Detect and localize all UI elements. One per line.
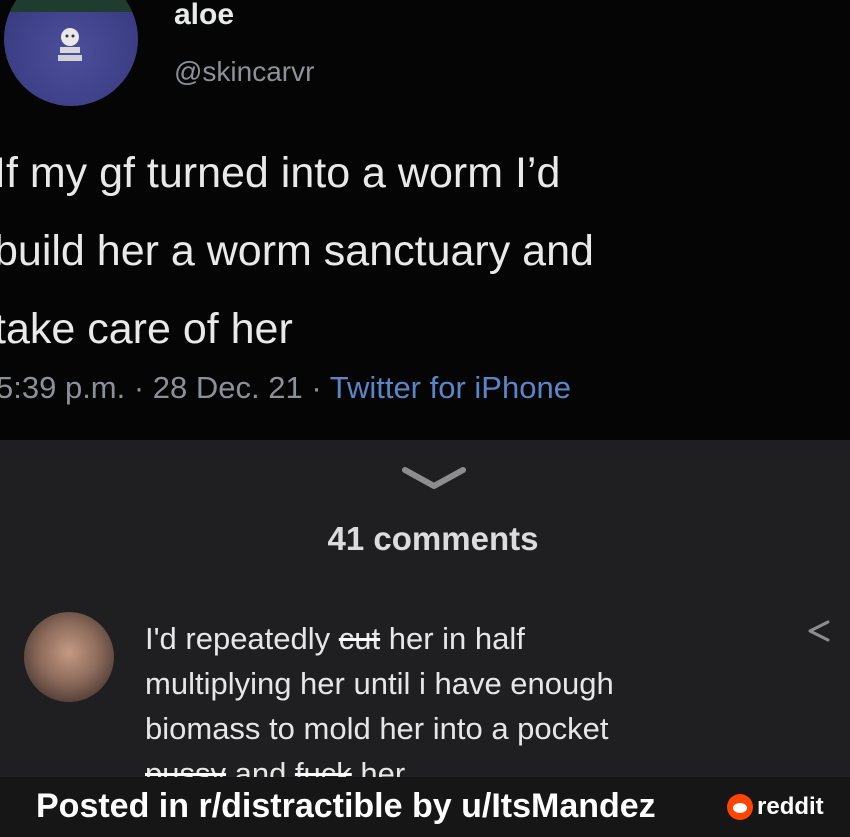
comment-body: I'd repeatedly cut her in half multiplyi…	[145, 616, 614, 796]
reply-arrow-icon[interactable]	[806, 620, 832, 642]
footer-bar: Posted in r/distractible by u/ItsMandez …	[0, 777, 850, 837]
display-name[interactable]: aloe	[174, 0, 234, 32]
reddit-wordmark: reddit	[757, 793, 824, 820]
user-avatar-icon[interactable]	[24, 612, 114, 702]
comment-text-segment: I'd repeatedly	[145, 621, 339, 656]
avatar-background	[4, 0, 138, 12]
tweet-body: If my gf turned into a worm I’d build he…	[0, 134, 850, 368]
tweet-timestamp[interactable]: 5:39 p.m. · 28 Dec. 21 ·	[0, 370, 330, 405]
tweet: aloe @skincarvr If my gf turned into a w…	[0, 0, 850, 440]
posted-in-label[interactable]: Posted in r/distractible by u/ItsMandez	[36, 787, 656, 826]
reddit-logo-icon	[727, 794, 753, 820]
comment-line: multiplying her until i have enough	[145, 666, 614, 701]
snowman-avatar-icon[interactable]	[4, 0, 138, 106]
user-handle[interactable]: @skincarvr	[174, 56, 314, 88]
censored-word: cut	[338, 621, 381, 656]
comment-line: biomass to mold her into a pocket	[145, 711, 609, 746]
tweet-line: take care of her	[0, 305, 293, 353]
comment-count[interactable]: 41 comments	[0, 520, 850, 558]
comment-line: I'd repeatedly cut her in half	[145, 616, 614, 661]
tweet-metadata: 5:39 p.m. · 28 Dec. 21 · Twitter for iPh…	[0, 370, 571, 406]
chevron-down-icon[interactable]	[401, 464, 467, 494]
comments-section: 41 comments I'd repeatedly cut her in ha…	[0, 440, 850, 791]
reddit-badge[interactable]: reddit	[727, 793, 824, 821]
tweet-source-link[interactable]: Twitter for iPhone	[330, 370, 571, 405]
comment-text-segment: her in half	[380, 621, 525, 656]
snowman-figure-icon	[58, 28, 82, 61]
tweet-line: build her a worm sanctuary and	[0, 227, 594, 275]
tweet-line: If my gf turned into a worm I’d	[0, 149, 561, 197]
